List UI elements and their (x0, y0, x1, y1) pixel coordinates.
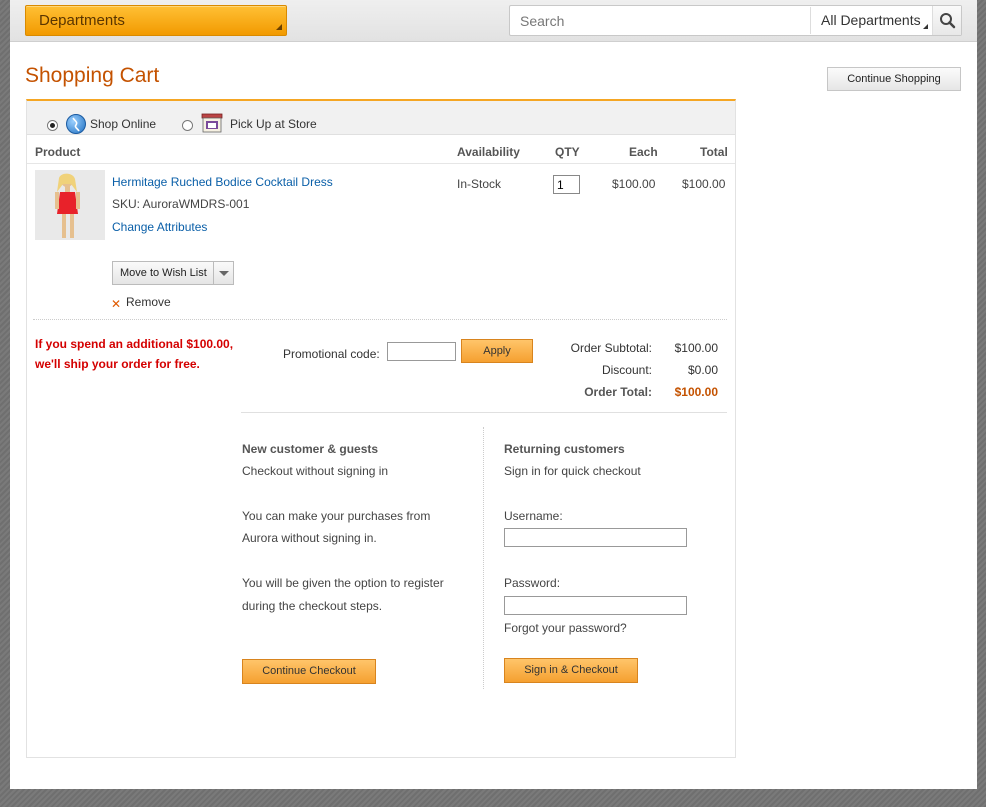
guest-text-line: You can make your purchases from (242, 509, 431, 523)
departments-label: Departments (39, 12, 125, 29)
product-sku: SKU: AuroraWMDRS-001 (112, 197, 250, 211)
promo-label: Promotional code: (283, 347, 380, 361)
order-total-label: Order Total: (584, 385, 652, 399)
password-label: Password: (504, 576, 561, 590)
header-availability: Availability (457, 145, 520, 159)
search-scope-label: All Departments (821, 12, 921, 28)
username-label: Username: (504, 509, 563, 523)
wish-list-label: Move to Wish List (120, 267, 207, 279)
header-qty: QTY (555, 145, 580, 159)
cart-panel: Shop Online Pick Up at Store Product Ava… (26, 99, 736, 758)
guest-subheading: Checkout without signing in (242, 464, 389, 478)
header-total: Total (700, 145, 728, 159)
returning-heading: Returning customers (504, 442, 625, 456)
remove-icon[interactable]: ✕ (111, 297, 121, 311)
remove-link[interactable]: Remove (126, 295, 171, 309)
dropdown-corner-icon (923, 24, 928, 29)
top-bar: Departments All Departments (10, 0, 977, 42)
continue-shopping-button[interactable]: Continue Shopping (827, 67, 961, 91)
subtotal-value: $100.00 (674, 341, 718, 355)
summary-divider (241, 412, 727, 413)
pick-up-label: Pick Up at Store (230, 117, 317, 131)
promo-code-input[interactable] (387, 342, 456, 361)
store-icon (201, 113, 223, 133)
shop-online-label: Shop Online (90, 117, 157, 131)
guest-text-line: Aurora without signing in. (242, 531, 377, 545)
move-to-wish-list-button[interactable]: Move to Wish List (112, 261, 234, 285)
dropdown-corner-icon (276, 24, 282, 30)
chevron-down-icon[interactable] (219, 271, 229, 276)
discount-label: Discount: (601, 363, 652, 377)
header-divider (27, 163, 735, 164)
product-name-link[interactable]: Hermitage Ruched Bodice Cocktail Dress (112, 175, 333, 189)
page-title: Shopping Cart (25, 64, 160, 87)
departments-dropdown[interactable]: Departments (25, 5, 287, 36)
pick-up-radio[interactable] (182, 120, 193, 131)
returning-subheading: Sign in for quick checkout (504, 464, 641, 478)
row-divider (33, 319, 727, 320)
availability-value: In-Stock (457, 177, 502, 191)
shipping-options: Shop Online Pick Up at Store (27, 101, 735, 135)
search-icon (940, 13, 956, 29)
header-each: Each (629, 145, 658, 159)
section-divider (483, 427, 484, 689)
subtotal-label: Order Subtotal: (570, 341, 652, 355)
search-input[interactable] (511, 7, 809, 34)
order-total-value: $100.00 (674, 385, 718, 399)
sign-in-checkout-button[interactable]: Sign in & Checkout (504, 658, 638, 683)
search-scope-select[interactable]: All Departments (810, 7, 932, 34)
change-attributes-link[interactable]: Change Attributes (112, 220, 207, 234)
guest-text-line: You will be given the option to register (242, 576, 444, 590)
search-box: All Departments (509, 5, 962, 36)
header-product: Product (35, 145, 81, 159)
forgot-password-link[interactable]: Forgot your password? (504, 621, 627, 635)
button-divider (213, 262, 214, 284)
free-shipping-message: If you spend an additional $100.00, we'l… (35, 337, 234, 371)
total-price: $100.00 (682, 177, 726, 191)
continue-checkout-button[interactable]: Continue Checkout (242, 659, 376, 684)
username-input[interactable] (504, 528, 687, 547)
shop-online-radio[interactable] (47, 120, 58, 131)
globe-icon (66, 114, 86, 134)
each-price: $100.00 (612, 177, 656, 191)
product-thumbnail[interactable] (35, 170, 105, 240)
discount-value: $0.00 (687, 363, 718, 377)
search-button[interactable] (932, 6, 961, 35)
guest-text-line: during the checkout steps. (242, 599, 383, 613)
quantity-input[interactable] (553, 175, 580, 194)
password-input[interactable] (504, 596, 687, 615)
page: Departments All Departments Shopping Car… (10, 0, 977, 789)
guest-heading: New customer & guests (242, 442, 379, 456)
